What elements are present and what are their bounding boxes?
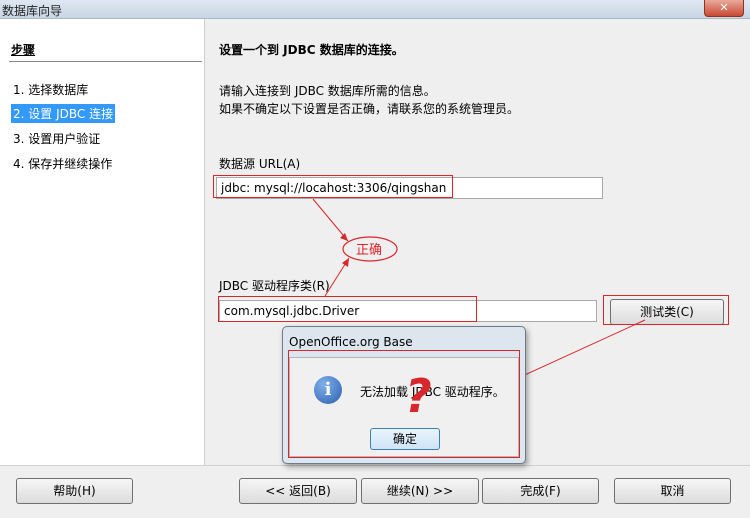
step-user-auth[interactable]: 3. 设置用户验证 — [11, 129, 102, 148]
description-line-1: 请输入连接到 JDBC 数据库所需的信息。 — [219, 84, 436, 98]
help-button[interactable]: 帮助(H) — [16, 478, 133, 504]
step-select-database[interactable]: 1. 选择数据库 — [11, 80, 90, 99]
cancel-button[interactable]: 取消 — [614, 478, 731, 504]
page-title: 设置一个到 JDBC 数据库的连接。 — [219, 43, 404, 57]
finish-button[interactable]: 完成(F) — [482, 478, 599, 504]
step-jdbc-connection[interactable]: 2. 设置 JDBC 连接 — [11, 104, 116, 123]
bottom-button-bar: 帮助(H) << 返回(B) 继续(N) >> 完成(F) 取消 — [0, 465, 750, 518]
title-bar: 数据库向导 ✕ — [0, 0, 750, 19]
dialog-highlight-box — [288, 350, 520, 458]
url-highlight-box — [213, 175, 453, 198]
url-label: 数据源 URL(A) — [219, 157, 301, 171]
test-button-highlight-box — [603, 295, 729, 325]
dialog-title: OpenOffice.org Base — [289, 335, 413, 349]
close-icon[interactable]: ✕ — [704, 0, 744, 17]
next-button[interactable]: 继续(N) >> — [361, 478, 479, 504]
description-line-2: 如果不确定以下设置是否正确，请联系您的系统管理员。 — [219, 102, 520, 116]
steps-divider — [9, 61, 202, 62]
driver-label: JDBC 驱动程序类(R) — [219, 279, 330, 293]
back-button[interactable]: << 返回(B) — [239, 478, 357, 504]
steps-sidebar: 步骤 1. 选择数据库 2. 设置 JDBC 连接 3. 设置用户验证 4. 保… — [0, 19, 205, 465]
driver-highlight-box — [218, 296, 477, 322]
steps-heading: 步骤 — [11, 43, 36, 57]
step-save-continue[interactable]: 4. 保存并继续操作 — [11, 154, 114, 173]
window-title: 数据库向导 — [2, 4, 63, 18]
